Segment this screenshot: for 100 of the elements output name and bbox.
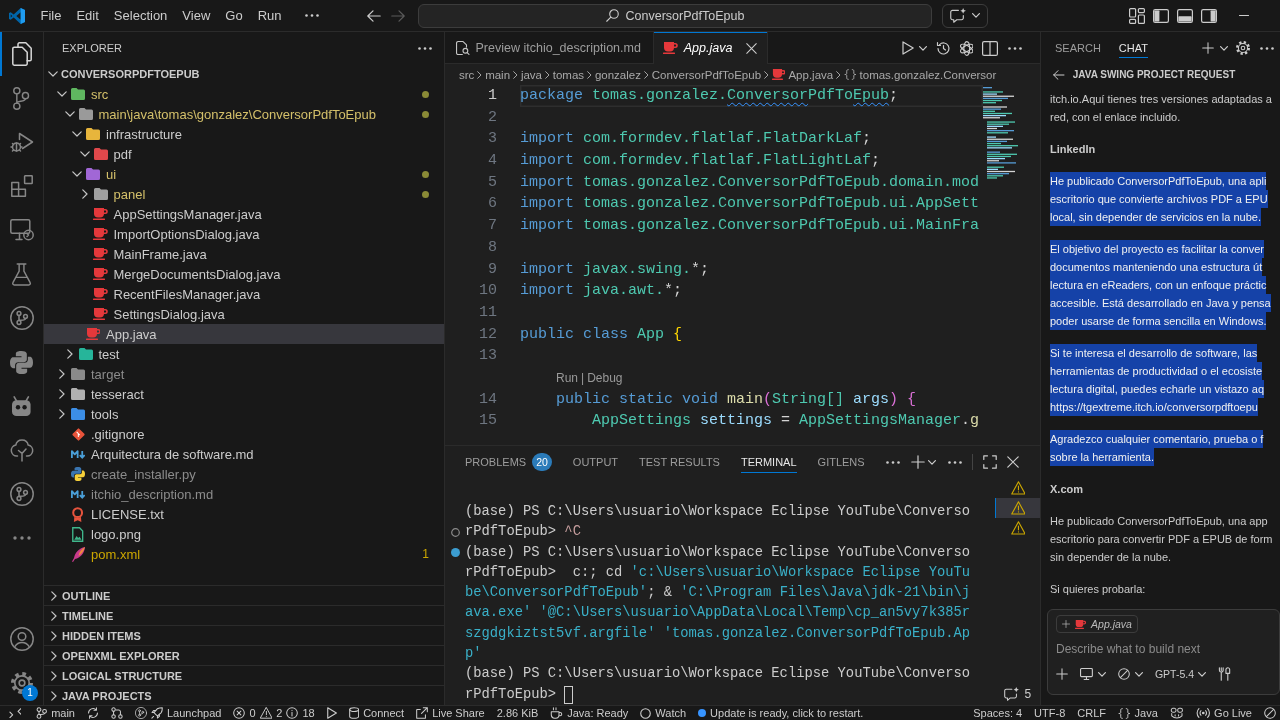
more-icon[interactable] [418, 46, 432, 50]
chat-button[interactable] [942, 3, 988, 28]
menu-item[interactable]: Go [217, 4, 251, 27]
minimize-icon[interactable] [1239, 14, 1249, 17]
status-item[interactable]: Go Live [1189, 706, 1258, 720]
tree-item[interactable]: tools [44, 404, 444, 424]
menu-item[interactable]: Run [250, 4, 289, 27]
problems-button[interactable]: 0 2 18 [227, 706, 321, 720]
run-icon[interactable] [901, 41, 914, 55]
left-panel-icon[interactable] [1153, 8, 1169, 23]
maximize-icon[interactable] [983, 455, 997, 469]
status-item[interactable]: Java: Ready [544, 706, 635, 720]
settings-icon[interactable] [1236, 41, 1250, 55]
command-center[interactable]: ConversorPdfToEpub [418, 3, 932, 28]
dropdown-button[interactable] [1117, 668, 1143, 680]
more-icon[interactable] [1008, 46, 1022, 50]
panel-tab[interactable]: GITLENS [817, 451, 865, 473]
breadcrumb-item[interactable]: App.java [771, 68, 834, 81]
tree-item[interactable]: src [44, 84, 444, 104]
tree-item[interactable]: ImportOptionsDialog.java [44, 224, 444, 244]
panel-tab[interactable]: TEST RESULTS [639, 451, 720, 473]
attachment-chip[interactable]: App.java [1056, 615, 1138, 633]
status-item[interactable]: CRLF [1071, 706, 1112, 720]
more-icon[interactable] [1260, 46, 1274, 50]
tree-item[interactable]: tesseract [44, 384, 444, 404]
tree-item[interactable]: CONVERSORPDFTOEPUB [44, 64, 444, 84]
section-header[interactable]: OPENXML EXPLORER [44, 645, 444, 665]
breadcrumb-item[interactable]: tomas [552, 68, 585, 81]
menu-item[interactable]: View [174, 4, 218, 27]
caret-icon[interactable] [928, 459, 936, 465]
tree-item[interactable]: SettingsDialog.java [44, 304, 444, 324]
tree-item[interactable]: LICENSE.txt [44, 504, 444, 524]
breadcrumb-item[interactable]: src [459, 68, 475, 81]
tree-item[interactable]: RecentFilesManager.java [44, 284, 444, 304]
panel-tab[interactable]: CHAT [1118, 38, 1148, 58]
panel-tab[interactable]: TERMINAL [740, 451, 797, 473]
tools-icon[interactable] [1218, 667, 1232, 681]
editor-tab[interactable]: App.java [653, 32, 769, 64]
tree-item[interactable]: ui [44, 164, 444, 184]
tree-item[interactable]: pdf [44, 144, 444, 164]
goggles-icon[interactable] [1169, 707, 1184, 719]
breadcrumb-item[interactable]: java [520, 68, 542, 81]
panel-tab[interactable]: PROBLEMS 20 [465, 451, 552, 473]
status-item[interactable]: UTF-8 [1028, 706, 1072, 720]
tree-item[interactable]: test [44, 344, 444, 364]
more-icon[interactable] [305, 14, 319, 17]
back-arrow-icon[interactable] [367, 9, 381, 22]
tree-item[interactable]: App.java [44, 324, 444, 344]
circle-slash-icon[interactable] [1264, 707, 1276, 719]
section-header[interactable]: OUTLINE [44, 585, 444, 605]
tree-item[interactable]: MainFrame.java [44, 244, 444, 264]
branch-nodes-icon[interactable] [110, 707, 123, 719]
close-icon[interactable] [1007, 456, 1019, 468]
right-panel-icon[interactable] [1201, 8, 1217, 23]
status-item[interactable]: 2.86 KiB [490, 706, 545, 720]
status-item[interactable]: main [30, 706, 81, 720]
plus-icon[interactable] [1202, 42, 1214, 54]
tree-item[interactable]: pom.xml 1 [44, 544, 444, 564]
more-icon[interactable] [885, 460, 900, 464]
breadcrumb-item[interactable]: ConversorPdfToEpub [651, 68, 762, 81]
play-icon[interactable] [326, 707, 337, 719]
split-editor-icon[interactable] [982, 40, 998, 56]
breadcrumb-item[interactable]: main [485, 68, 511, 81]
tree-item[interactable]: itchio_description.md [44, 484, 444, 504]
status-item[interactable]: Watch [634, 706, 693, 720]
settings-icon[interactable] [10, 672, 33, 694]
codelens-link[interactable]: Debug [587, 370, 623, 385]
tree-item[interactable]: create_installer.py [44, 464, 444, 484]
close-icon[interactable] [746, 42, 758, 54]
history-icon[interactable] [935, 40, 951, 56]
sync-icon[interactable] [86, 707, 99, 719]
status-item[interactable]: Connect [342, 706, 411, 720]
dropdown-button[interactable] [1080, 668, 1106, 680]
section-header[interactable]: HIDDEN ITEMS [44, 625, 444, 645]
status-item[interactable]: Launchpad [128, 706, 228, 720]
panel-tab[interactable]: SEARCH [1055, 38, 1101, 58]
tree-item[interactable]: main\java\tomas\gonzalez\ConversorPdfToEpub [44, 104, 444, 124]
chat-count[interactable]: 5 [995, 686, 1040, 702]
bottom-panel-icon[interactable] [1177, 8, 1193, 23]
tree-item[interactable]: MergeDocumentsDialog.java [44, 264, 444, 284]
plus-icon[interactable] [911, 455, 925, 469]
back-arrow-icon[interactable] [1053, 69, 1065, 80]
atom-icon[interactable] [959, 40, 973, 56]
account-icon[interactable] [9, 627, 34, 651]
codelens-link[interactable]: Run [556, 370, 578, 385]
section-header[interactable]: TIMELINE [44, 605, 444, 625]
model-picker[interactable]: GPT-5.4 [1154, 668, 1206, 680]
tree-item[interactable]: panel [44, 184, 444, 204]
status-item[interactable]: Java [1112, 706, 1164, 720]
breadcrumb-item[interactable]: tomas.gonzalez.Conversor [844, 68, 997, 81]
more-icon[interactable] [948, 460, 962, 464]
caret-icon[interactable] [1220, 45, 1228, 51]
status-item[interactable]: Spaces: 4 [967, 706, 1029, 720]
tree-item[interactable]: Arquitectura de software.md [44, 444, 444, 464]
caret-icon[interactable] [918, 45, 927, 51]
tree-item[interactable]: .gitignore [44, 424, 444, 444]
panel-tab[interactable]: OUTPUT [572, 451, 619, 473]
status-item[interactable]: Update is ready, click to restart. [692, 706, 870, 720]
remote-icon[interactable] [8, 708, 22, 718]
tree-item[interactable]: AppSettingsManager.java [44, 204, 444, 224]
